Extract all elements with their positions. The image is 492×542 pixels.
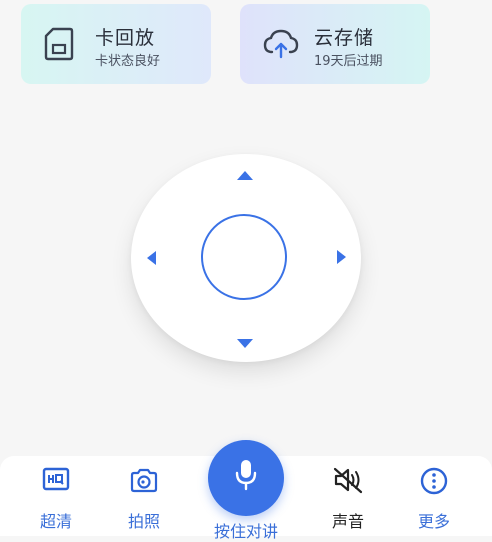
camera-icon (128, 466, 160, 498)
card-title: 卡回放 (95, 27, 156, 49)
card-title: 云存储 (314, 27, 375, 49)
card-subtitle: 卡状态良好 (95, 54, 161, 69)
sound-toggle-button[interactable]: 声音 (308, 456, 388, 536)
sound-label: 声音 (331, 512, 364, 531)
sd-card-icon (43, 26, 75, 62)
more-button[interactable]: 更多 (394, 456, 474, 536)
arrow-up-icon[interactable] (237, 171, 253, 180)
hd-quality-label: 超清 (39, 512, 72, 531)
hq-icon (41, 466, 71, 496)
card-subtitle: 19天后过期 (314, 54, 383, 69)
sd-card-playback-card[interactable]: 卡回放 卡状态良好 (21, 4, 211, 84)
ptz-center-button[interactable] (201, 214, 287, 300)
cloud-storage-card[interactable]: 云存储 19天后过期 (240, 4, 430, 84)
push-to-talk-label: 按住对讲 (213, 522, 278, 541)
speaker-muted-icon (331, 466, 365, 498)
microphone-icon (234, 458, 258, 496)
more-icon (419, 466, 449, 500)
bottom-control-bar: 超清 拍照 按住对讲 声音 更多 (0, 440, 492, 541)
push-to-talk-button[interactable] (208, 440, 284, 516)
hd-quality-button[interactable]: 超清 (16, 456, 96, 536)
snapshot-button[interactable]: 拍照 (104, 456, 184, 536)
arrow-right-icon[interactable] (337, 250, 346, 264)
more-label: 更多 (417, 512, 450, 531)
ptz-direction-pad[interactable] (131, 154, 361, 362)
cloud-upload-icon (262, 28, 300, 60)
arrow-down-icon[interactable] (237, 339, 253, 348)
arrow-left-icon[interactable] (147, 251, 156, 265)
snapshot-label: 拍照 (127, 512, 160, 531)
